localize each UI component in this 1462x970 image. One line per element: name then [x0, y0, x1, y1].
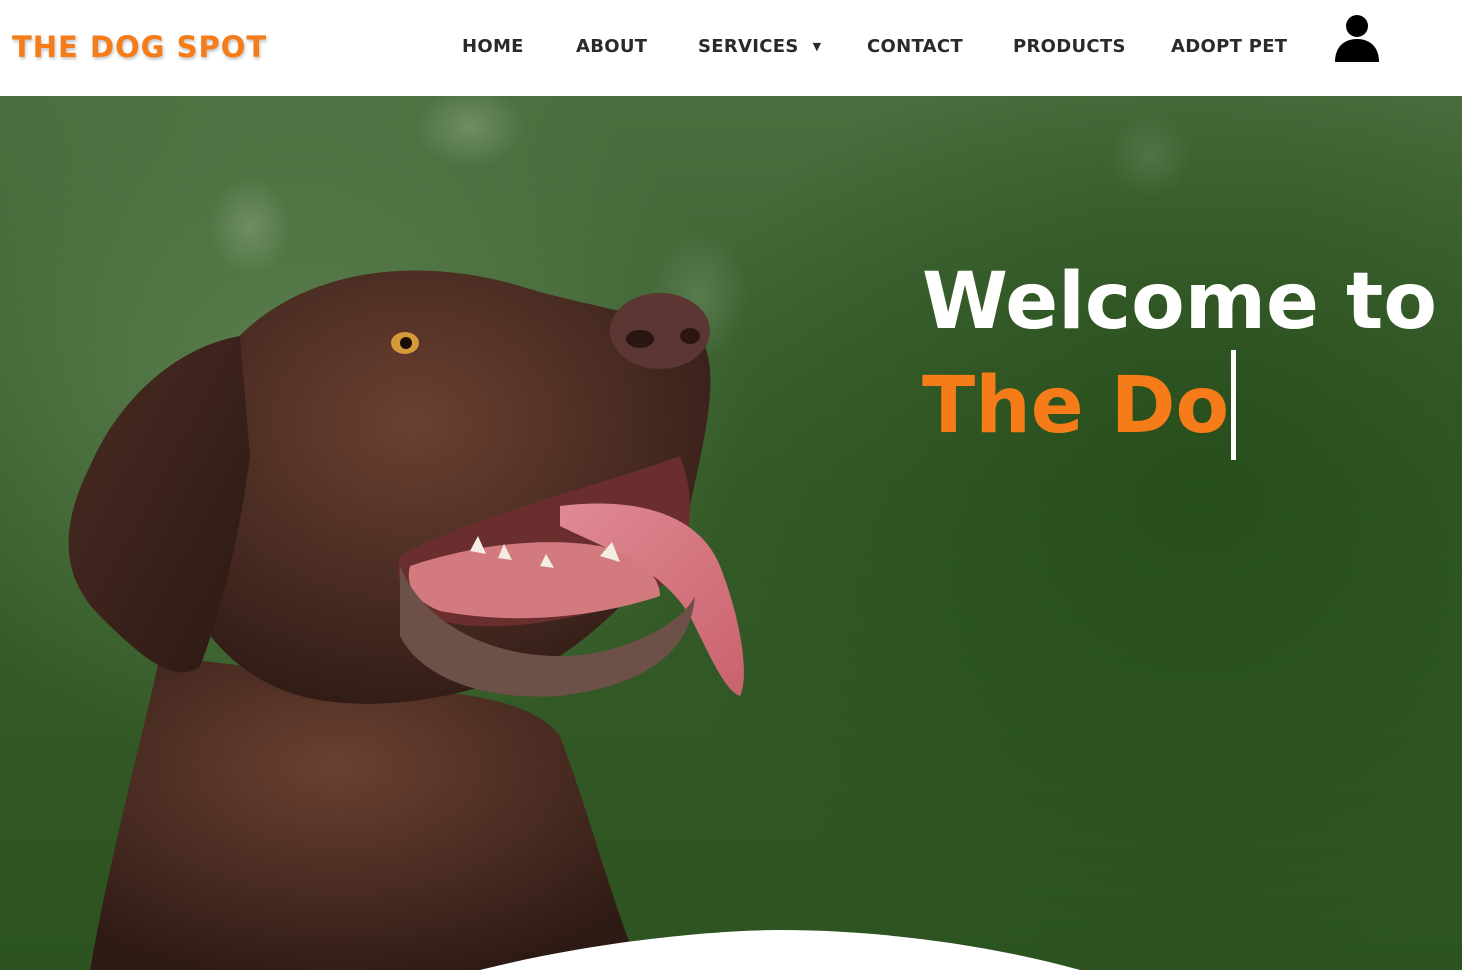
dog-image	[68, 270, 744, 970]
nav-products[interactable]: PRODUCTS	[1013, 36, 1126, 57]
nav-contact[interactable]: CONTACT	[867, 36, 963, 57]
nav-home[interactable]: HOME	[462, 36, 524, 57]
nav-services[interactable]: SERVICES ▼	[698, 36, 821, 57]
typing-cursor	[1231, 349, 1237, 460]
nav-services-label: SERVICES	[698, 36, 799, 57]
caret-down-icon: ▼	[812, 40, 822, 53]
user-icon[interactable]	[1334, 14, 1380, 62]
wave-divider	[480, 930, 1080, 970]
navbar: THE DOG SPOT HOME ABOUT SERVICES ▼ CONTAC…	[0, 0, 1462, 96]
hero-title: Welcome to	[922, 257, 1437, 347]
nav-about[interactable]: ABOUT	[576, 36, 647, 57]
hero-section: Welcome to The Do	[0, 96, 1462, 970]
hero-typed-text: The Do	[922, 349, 1237, 466]
main-nav: HOME ABOUT SERVICES ▼ CONTACT PRODUCTS AD…	[0, 0, 1462, 96]
nav-adopt-pet[interactable]: ADOPT PET	[1171, 36, 1287, 57]
typed-text: The Do	[922, 361, 1230, 451]
